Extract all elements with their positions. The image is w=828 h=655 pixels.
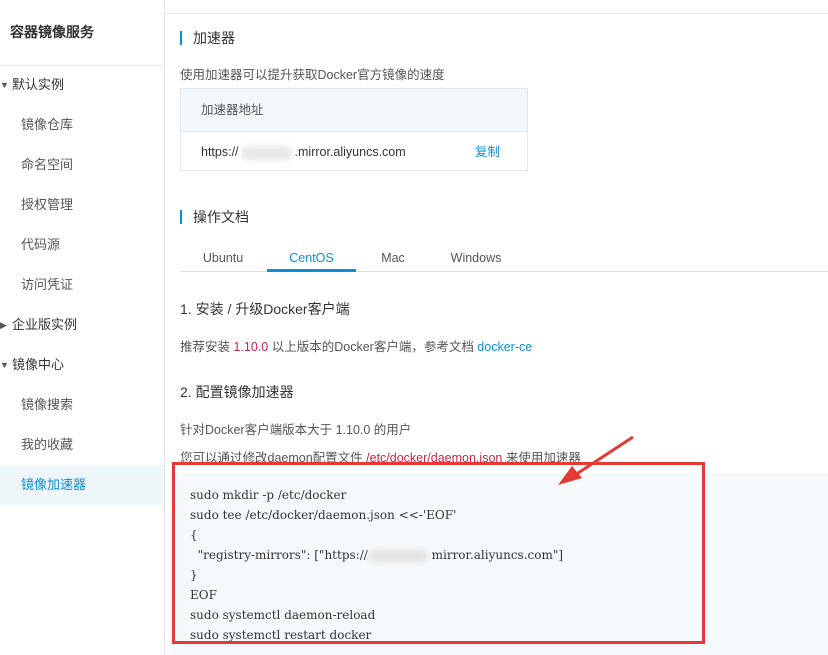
annotation-arrow-icon	[558, 435, 634, 485]
